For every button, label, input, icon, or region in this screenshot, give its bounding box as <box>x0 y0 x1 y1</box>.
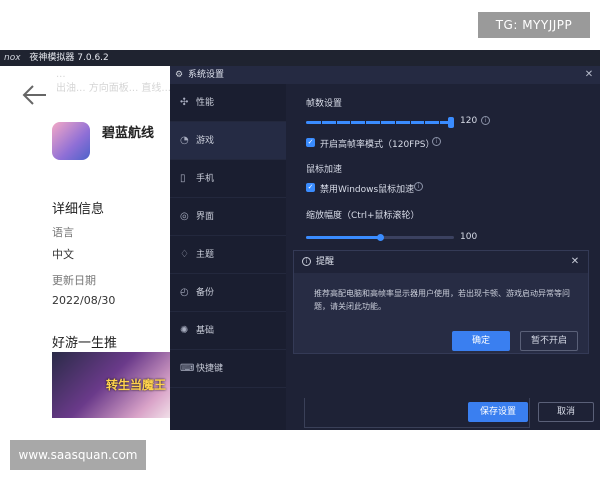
nav-item-basic[interactable]: ✺ 基础 <box>170 312 286 350</box>
fps-slider-tick <box>335 121 337 124</box>
update-date-value: 2022/08/30 <box>52 294 116 307</box>
mouse-accel-title: 鼠标加速 <box>306 165 343 175</box>
fps-title: 帧数设置 <box>306 99 343 109</box>
zoom-title: 缩放幅度（Ctrl+鼠标滚轮） <box>306 211 420 221</box>
fps-slider-tick <box>320 121 322 124</box>
interface-icon: ◎ <box>180 211 189 222</box>
fps-slider-tick <box>365 121 367 124</box>
back-arrow-icon[interactable] <box>20 80 50 110</box>
fps-slider[interactable] <box>306 117 454 128</box>
basic-icon: ✺ <box>180 325 189 336</box>
reminder-dialog: i 提醒 ✕ 推荐高配电脑和高帧率显示器用户使用，若出现卡顿、游戏启动异常等问题… <box>293 250 589 354</box>
theme-icon: ♢ <box>180 249 189 260</box>
dialog-header: i 提醒 <box>294 251 588 273</box>
high-fps-info-icon[interactable]: i <box>432 137 441 146</box>
cancel-button[interactable]: 取消 <box>538 402 594 422</box>
fps-slider-tick <box>424 121 426 124</box>
disable-mouse-accel-label: 禁用Windows鼠标加速 <box>320 185 415 195</box>
confirm-button[interactable]: 确定 <box>452 331 510 351</box>
settings-side-nav: ✣ 性能 ◔ 游戏 ▯ 手机 ◎ 界面 ♢ 主题 ◴ 备份 ✺ 基础 ⌨ 快捷键 <box>170 84 286 430</box>
emulator-title: 夜神模拟器 7.0.6.2 <box>29 53 109 63</box>
phone-icon: ▯ <box>180 173 186 184</box>
nav-item-interface[interactable]: ◎ 界面 <box>170 198 286 236</box>
zoom-slider-handle[interactable] <box>376 234 384 241</box>
fps-info-icon[interactable]: i <box>481 116 490 125</box>
detail-section-title: 详细信息 <box>52 202 105 217</box>
save-settings-button[interactable]: 保存设置 <box>468 402 528 422</box>
app-detail-page: ... 出油... 方向面板... 直线... 碧蓝航线 详细信息 语言 中文 … <box>0 66 170 430</box>
performance-icon: ✣ <box>180 97 189 108</box>
game-icon: ◔ <box>180 135 189 146</box>
recommend-title: 好游一生推 <box>52 336 118 351</box>
fps-slider-handle[interactable] <box>448 117 454 128</box>
game-app-icon[interactable] <box>52 122 90 160</box>
nav-item-backup[interactable]: ◴ 备份 <box>170 274 286 312</box>
gear-icon: ⚙ <box>175 70 184 80</box>
high-fps-checkbox[interactable]: ✓ <box>306 138 315 147</box>
system-settings-panel: ⚙ 系统设置 ✕ ✣ 性能 ◔ 游戏 ▯ 手机 ◎ 界面 ♢ 主题 ◴ 备份 ✺… <box>170 66 600 430</box>
fps-value: 120 <box>460 116 478 126</box>
nox-logo: nox <box>4 53 21 63</box>
not-now-button[interactable]: 暂不开启 <box>520 331 578 351</box>
screenshot: TG: MYYJJPP nox 夜神模拟器 7.0.6.2 ... 出油... … <box>0 0 600 480</box>
promo-banner[interactable]: 转生当魔王 <box>52 352 170 418</box>
high-fps-label: 开启高帧率模式（120FPS） <box>320 140 435 150</box>
mouse-accel-info-icon[interactable]: i <box>414 182 423 191</box>
zoom-slider[interactable] <box>306 234 454 241</box>
site-watermark: www.saasquan.com <box>10 440 146 470</box>
faded-header-text: ... 出油... 方向面板... 直线... <box>56 69 170 94</box>
game-name: 碧蓝航线 <box>102 126 155 141</box>
tg-watermark: TG: MYYJJPP <box>478 12 590 38</box>
promo-text: 转生当魔王 <box>105 378 166 392</box>
fps-slider-tick <box>350 121 352 124</box>
settings-header: ⚙ 系统设置 <box>170 66 600 84</box>
fps-slider-tick <box>409 121 411 124</box>
zoom-value: 100 <box>460 232 478 242</box>
nav-item-shortcut[interactable]: ⌨ 快捷键 <box>170 350 286 388</box>
shortcut-icon: ⌨ <box>180 363 195 374</box>
nav-item-game[interactable]: ◔ 游戏 <box>170 122 286 160</box>
settings-title: 系统设置 <box>188 70 225 80</box>
fps-slider-tick <box>439 121 441 124</box>
language-value: 中文 <box>52 248 74 261</box>
dialog-title: 提醒 <box>316 257 335 267</box>
dialog-message: 推荐高配电脑和高帧率显示器用户使用，若出现卡顿、游戏启动异常等问题，请关闭此功能… <box>314 289 570 311</box>
fps-slider-tick <box>394 121 396 124</box>
nav-item-theme[interactable]: ♢ 主题 <box>170 236 286 274</box>
nav-item-phone[interactable]: ▯ 手机 <box>170 160 286 198</box>
backup-icon: ◴ <box>180 287 189 298</box>
settings-close-icon[interactable]: ✕ <box>582 68 596 82</box>
update-date-label: 更新日期 <box>52 274 96 287</box>
fps-slider-tick <box>380 121 381 124</box>
disable-mouse-accel-checkbox[interactable]: ✓ <box>306 183 315 192</box>
zoom-slider-fill <box>306 236 380 239</box>
dialog-close-icon[interactable]: ✕ <box>568 255 582 269</box>
nav-item-performance[interactable]: ✣ 性能 <box>170 84 286 122</box>
emulator-titlebar: nox 夜神模拟器 7.0.6.2 <box>0 50 600 66</box>
info-icon: i <box>302 257 311 266</box>
language-label: 语言 <box>52 226 74 239</box>
